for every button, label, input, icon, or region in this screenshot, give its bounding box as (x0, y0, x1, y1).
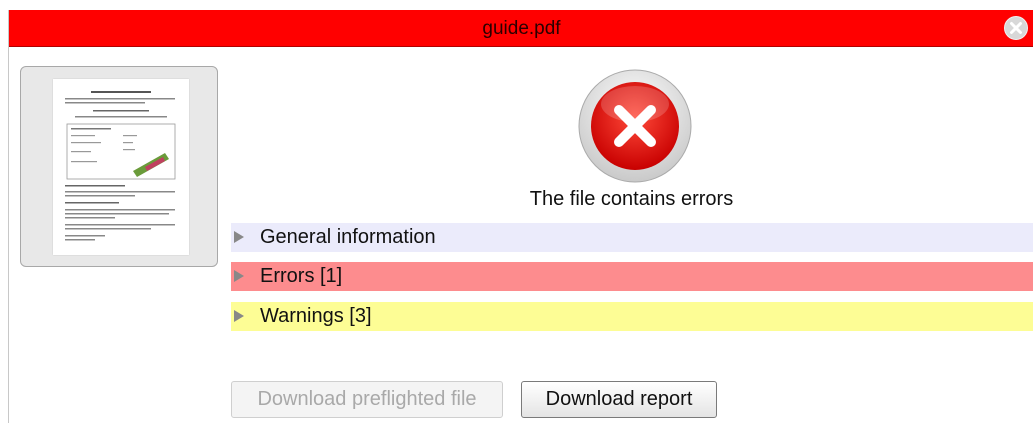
download-preflighted-file-button[interactable]: Download preflighted file (231, 381, 503, 418)
section-warnings[interactable]: Warnings [3] (231, 302, 1033, 331)
status-message: The file contains errors (529, 188, 734, 210)
preflight-dialog: guide.pdf The file contains errors Gener… (8, 10, 1033, 423)
section-label: Warnings [3] (260, 305, 372, 327)
expand-arrow-icon (234, 231, 244, 243)
document-thumbnail[interactable] (20, 66, 218, 267)
close-button[interactable] (1004, 16, 1028, 40)
section-label: General information (260, 226, 436, 248)
page-preview-lines (65, 91, 176, 241)
download-report-button[interactable]: Download report (521, 381, 717, 418)
expand-arrow-icon (234, 270, 244, 282)
title-bar: guide.pdf (9, 10, 1033, 47)
document-page-preview (53, 79, 189, 255)
section-general-information[interactable]: General information (231, 223, 1033, 252)
window-title: guide.pdf (482, 18, 561, 39)
close-icon (1010, 22, 1022, 34)
error-x-icon (578, 69, 692, 183)
expand-arrow-icon (234, 310, 244, 322)
section-label: Errors [1] (260, 265, 343, 287)
section-errors[interactable]: Errors [1] (231, 262, 1033, 291)
